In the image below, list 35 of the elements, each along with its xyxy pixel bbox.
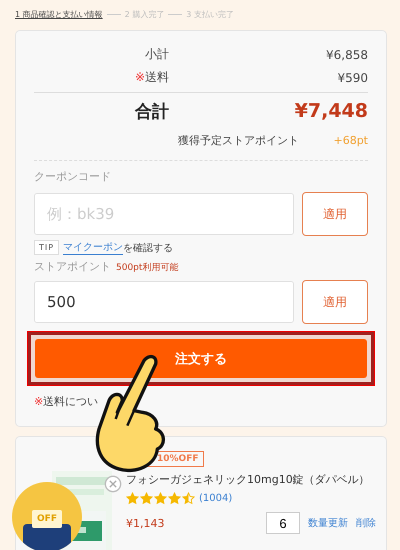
star-icon bbox=[182, 492, 195, 505]
points-input-field[interactable]: 500 bbox=[34, 281, 294, 323]
star-icon bbox=[126, 492, 139, 505]
my-coupon-link[interactable]: マイクーポン bbox=[63, 240, 124, 255]
star-icon bbox=[154, 492, 167, 505]
off-ticket: OFF bbox=[32, 510, 62, 528]
close-icon[interactable] bbox=[104, 475, 122, 493]
field-label: クーポンコード bbox=[34, 169, 112, 184]
product-name: フォシーガジェネリック10mg10錠（ダパベル） bbox=[126, 472, 371, 487]
summary-label: 小計 bbox=[144, 46, 169, 63]
order-button[interactable]: 注文する bbox=[35, 339, 367, 378]
shipping-note: ※送料につい bbox=[34, 394, 100, 410]
summary-label: ※送料 bbox=[134, 69, 169, 86]
total-label: 合計 bbox=[134, 100, 169, 122]
apply-button[interactable]: 適用 bbox=[302, 280, 368, 324]
field-label: ストアポイント bbox=[34, 259, 111, 274]
delete-link[interactable]: 削除 bbox=[356, 516, 376, 530]
star-icon bbox=[168, 492, 181, 505]
review-count[interactable]: (1004) bbox=[199, 493, 232, 504]
update-quantity-link[interactable]: 数量更新 bbox=[308, 516, 348, 530]
quantity-field[interactable]: 6 bbox=[266, 512, 300, 534]
points-label: 獲得予定ストアポイント bbox=[177, 132, 299, 148]
product-price: ¥1,143 bbox=[126, 516, 166, 530]
progress-step: 2 購入完了 bbox=[124, 8, 164, 20]
points-available: 500pt利用可能 bbox=[116, 262, 178, 274]
points-value: +68pt bbox=[332, 134, 368, 146]
star-icon bbox=[140, 492, 153, 505]
progress-step: 3 支払い完了 bbox=[186, 8, 234, 20]
tip-text: を確認する bbox=[123, 242, 174, 254]
tip-badge: TIP bbox=[34, 240, 60, 255]
total-value: ¥7,448 bbox=[294, 100, 368, 122]
apply-button[interactable]: 適用 bbox=[302, 192, 368, 236]
summary-value: ¥6,858 bbox=[325, 48, 368, 62]
progress-step: 1 商品確認と支払い情報 bbox=[15, 8, 103, 20]
summary-value: ¥590 bbox=[336, 70, 368, 84]
